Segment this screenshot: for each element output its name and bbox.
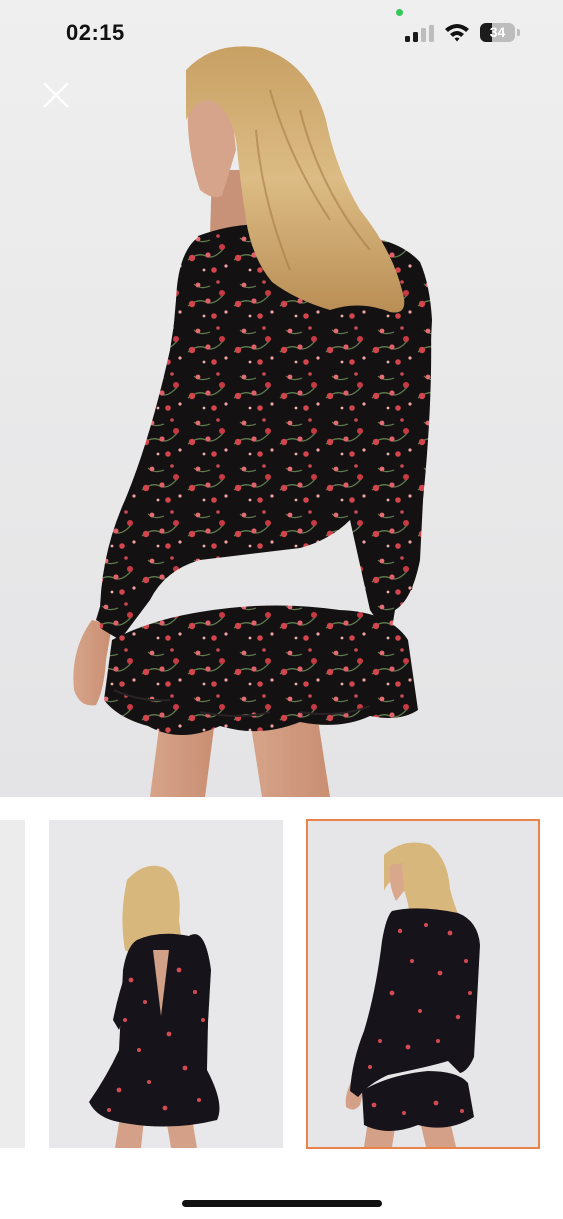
close-icon — [43, 82, 69, 108]
status-bar: 02:15 34 — [0, 0, 563, 64]
thumbnail-previous-image — [0, 820, 25, 1148]
main-product-photo[interactable] — [0, 0, 563, 797]
thumbnail-front-view[interactable] — [49, 820, 283, 1148]
status-time: 02:15 — [66, 20, 125, 45]
battery-percentage: 34 — [489, 24, 506, 40]
thumbnail-back-view-image — [308, 821, 538, 1147]
thumbnail-front-view-image — [49, 820, 283, 1148]
privacy-indicator-dot — [396, 9, 403, 16]
battery-cap — [517, 29, 520, 36]
battery-icon: 34 — [480, 23, 515, 42]
thumbnail-previous[interactable] — [0, 820, 25, 1148]
close-button[interactable] — [38, 77, 74, 113]
home-indicator[interactable] — [182, 1200, 382, 1207]
signal-icon — [405, 25, 434, 42]
wifi-icon — [445, 24, 469, 42]
thumbnail-back-view-selected[interactable] — [306, 819, 540, 1149]
dress-back-view-illustration — [73, 46, 433, 797]
thumbnail-strip[interactable] — [0, 797, 563, 1177]
